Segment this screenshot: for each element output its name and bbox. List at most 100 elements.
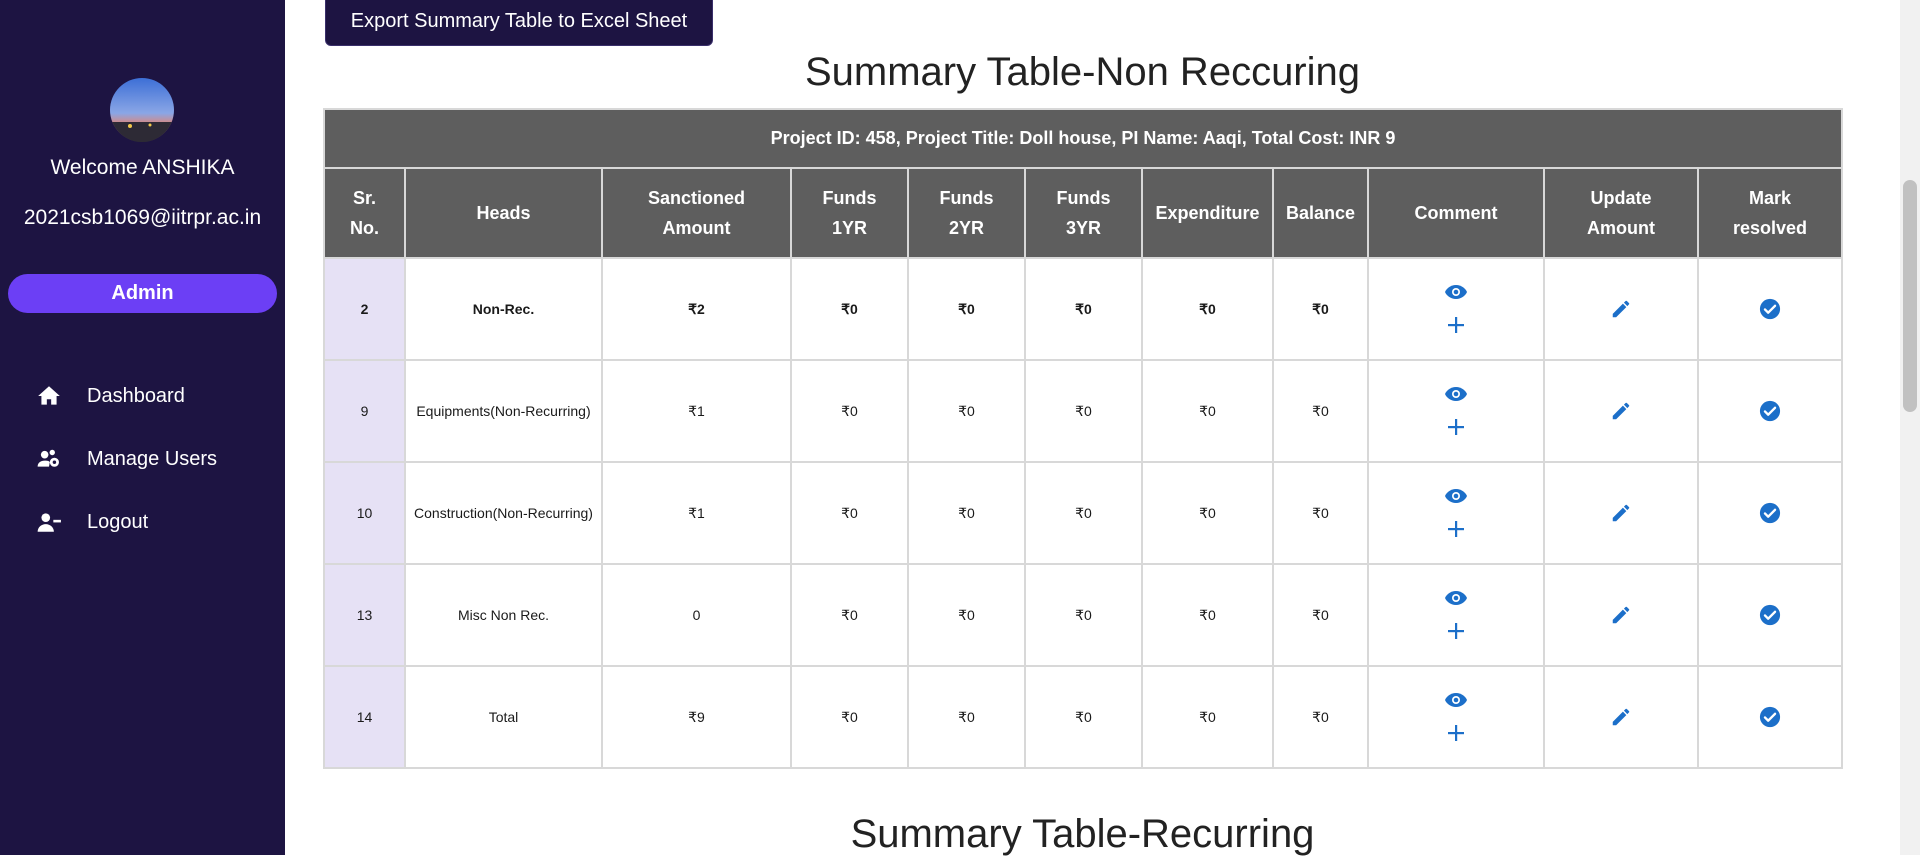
cell-sr: 9 [323, 359, 406, 463]
cell-expenditure: ₹0 [1141, 665, 1274, 769]
cell-funds-2yr: ₹0 [907, 359, 1026, 463]
eye-icon[interactable] [1444, 590, 1468, 606]
summary-table-nonrecurring: Project ID: 458, Project Title: Doll hou… [322, 108, 1844, 769]
col-header-sanctioned: Sanctioned Amount [601, 167, 792, 259]
cell-funds-3yr: ₹0 [1024, 665, 1143, 769]
nav-manage-users[interactable]: Manage Users [36, 439, 217, 479]
plus-icon[interactable] [1447, 724, 1465, 742]
cell-mark-resolved [1696, 461, 1844, 565]
cell-funds-2yr: ₹0 [907, 563, 1026, 667]
export-excel-button[interactable]: Export Summary Table to Excel Sheet [325, 0, 713, 46]
cell-balance: ₹0 [1272, 359, 1369, 463]
cell-comment [1367, 461, 1545, 565]
eye-icon[interactable] [1444, 488, 1468, 504]
cell-funds-2yr: ₹0 [907, 257, 1026, 361]
pencil-edit-icon[interactable] [1610, 706, 1632, 728]
cell-sanctioned: ₹2 [601, 257, 792, 361]
user-minus-icon [37, 513, 61, 532]
cell-funds-3yr: ₹0 [1024, 461, 1143, 565]
table-row: 10 Construction(Non-Recurring) ₹1 ₹0 ₹0 … [323, 461, 1844, 565]
nav-dashboard[interactable]: Dashboard [36, 376, 185, 416]
eye-icon[interactable] [1444, 692, 1468, 708]
user-email: 2021csb1069@iitrpr.ac.in [23, 206, 262, 229]
cell-sr: 13 [323, 563, 406, 667]
cell-funds-2yr: ₹0 [907, 665, 1026, 769]
cell-expenditure: ₹0 [1141, 563, 1274, 667]
users-gear-icon [37, 449, 59, 467]
cell-head: Total [404, 665, 603, 769]
pencil-edit-icon[interactable] [1610, 298, 1632, 320]
admin-role-button[interactable]: Admin [8, 274, 277, 313]
cell-comment [1367, 563, 1545, 667]
plus-icon[interactable] [1447, 520, 1465, 538]
cell-balance: ₹0 [1272, 665, 1369, 769]
pencil-edit-icon[interactable] [1610, 400, 1632, 422]
cell-mark-resolved [1696, 563, 1844, 667]
home-icon [38, 386, 60, 405]
col-header-update-amount: Update Amount [1543, 167, 1699, 259]
page-title-recurring: Summary Table-Recurring [850, 812, 1315, 856]
col-header-comment: Comment [1367, 167, 1545, 259]
cell-funds-1yr: ₹0 [790, 257, 909, 361]
cell-comment [1367, 665, 1545, 769]
cell-update-amount [1543, 563, 1699, 667]
cell-mark-resolved [1696, 257, 1844, 361]
scrollbar-thumb[interactable] [1903, 180, 1917, 412]
cell-balance: ₹0 [1272, 461, 1369, 565]
cell-mark-resolved [1696, 665, 1844, 769]
check-circle-icon[interactable] [1759, 400, 1781, 422]
table-row: 2 Non-Rec. ₹2 ₹0 ₹0 ₹0 ₹0 ₹0 [323, 257, 1844, 361]
nav-logout[interactable]: Logout [36, 502, 148, 542]
nav-dashboard-label: Dashboard [87, 384, 185, 407]
col-header-balance: Balance [1272, 167, 1369, 259]
check-circle-icon[interactable] [1759, 706, 1781, 728]
col-header-funds-2yr: Funds 2YR [907, 167, 1026, 259]
cell-update-amount [1543, 359, 1699, 463]
col-header-sr: Sr. No. [323, 167, 406, 259]
cell-funds-1yr: ₹0 [790, 359, 909, 463]
cell-comment [1367, 359, 1545, 463]
cell-sanctioned: ₹9 [601, 665, 792, 769]
cell-head: Construction(Non-Recurring) [404, 461, 603, 565]
cell-comment [1367, 257, 1545, 361]
cell-update-amount [1543, 665, 1699, 769]
nav-manage-users-label: Manage Users [87, 447, 218, 470]
eye-icon[interactable] [1444, 284, 1468, 300]
check-circle-icon[interactable] [1759, 604, 1781, 626]
cell-sr: 10 [323, 461, 406, 565]
pencil-edit-icon[interactable] [1610, 604, 1632, 626]
col-header-heads: Heads [404, 167, 603, 259]
cell-head: Non-Rec. [404, 257, 603, 361]
cell-sr: 2 [323, 257, 406, 361]
cell-expenditure: ₹0 [1141, 257, 1274, 361]
cell-funds-3yr: ₹0 [1024, 563, 1143, 667]
cell-funds-1yr: ₹0 [790, 665, 909, 769]
check-circle-icon[interactable] [1759, 502, 1781, 524]
page-title-nonrecurring: Summary Table-Non Reccuring [804, 50, 1361, 94]
col-header-funds-3yr: Funds 3YR [1024, 167, 1143, 259]
eye-icon[interactable] [1444, 386, 1468, 402]
check-circle-icon[interactable] [1759, 298, 1781, 320]
cell-head: Misc Non Rec. [404, 563, 603, 667]
cell-balance: ₹0 [1272, 563, 1369, 667]
cell-funds-3yr: ₹0 [1024, 257, 1143, 361]
plus-icon[interactable] [1447, 316, 1465, 334]
cell-funds-1yr: ₹0 [790, 563, 909, 667]
scrollbar-track[interactable] [1900, 0, 1920, 855]
pencil-edit-icon[interactable] [1610, 502, 1632, 524]
col-header-mark-resolved: Mark resolved [1696, 167, 1844, 259]
plus-icon[interactable] [1447, 418, 1465, 436]
table-row: 9 Equipments(Non-Recurring) ₹1 ₹0 ₹0 ₹0 … [323, 359, 1844, 463]
cell-sr: 14 [323, 665, 406, 769]
avatar[interactable] [110, 78, 174, 142]
cell-head: Equipments(Non-Recurring) [404, 359, 603, 463]
plus-icon[interactable] [1447, 622, 1465, 640]
cell-funds-1yr: ₹0 [790, 461, 909, 565]
cell-sanctioned: ₹1 [601, 461, 792, 565]
table-body: 2 Non-Rec. ₹2 ₹0 ₹0 ₹0 ₹0 ₹0 9 Equipment… [323, 257, 1844, 769]
cell-sanctioned: ₹1 [601, 359, 792, 463]
welcome-text: Welcome ANSHIKA [50, 156, 235, 179]
nav-logout-label: Logout [87, 510, 149, 533]
table-row: 13 Misc Non Rec. 0 ₹0 ₹0 ₹0 ₹0 ₹0 [323, 563, 1844, 667]
cell-expenditure: ₹0 [1141, 359, 1274, 463]
